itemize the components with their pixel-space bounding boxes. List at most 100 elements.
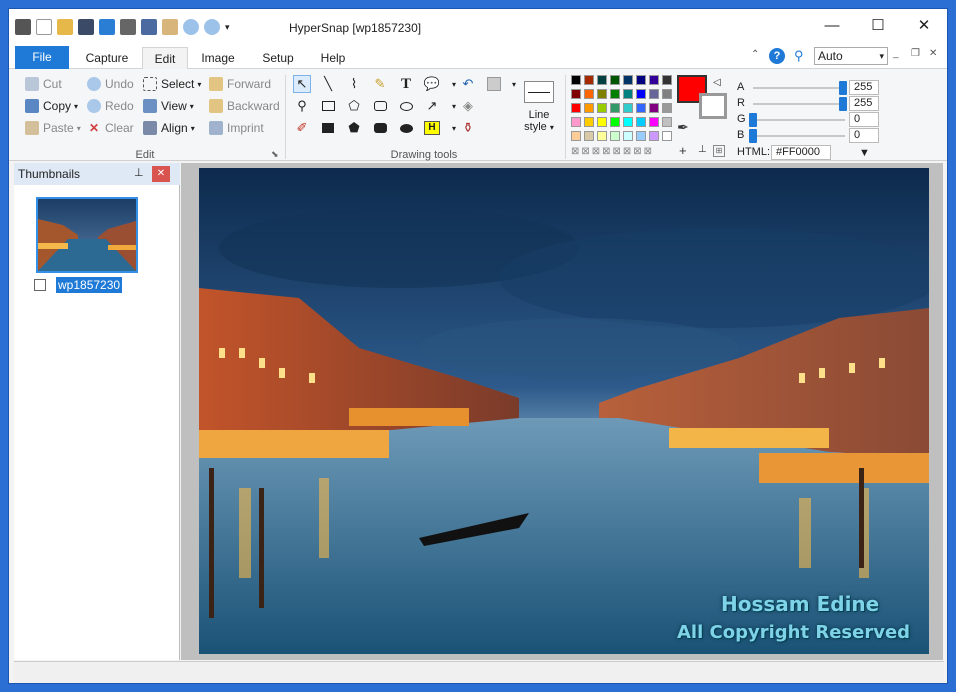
palette-swatch[interactable]: [584, 89, 594, 99]
palette-swatch[interactable]: [623, 131, 633, 141]
palette-swatch[interactable]: [571, 89, 581, 99]
polyline-tool-icon[interactable]: ⌇: [345, 75, 363, 93]
palette-swatch[interactable]: [584, 131, 594, 141]
alpha-slider-track[interactable]: [753, 87, 845, 89]
backward-button[interactable]: Backward: [209, 97, 280, 115]
palette-swatch[interactable]: [649, 117, 659, 127]
open-folder-icon[interactable]: [57, 19, 73, 35]
red-slider-track[interactable]: [753, 103, 845, 105]
maximize-icon[interactable]: ☐: [863, 15, 893, 37]
upload-icon[interactable]: [99, 19, 115, 35]
brush-tool-icon[interactable]: ✐: [293, 119, 311, 137]
palette-swatch[interactable]: [584, 117, 594, 127]
palette-swatch[interactable]: [662, 117, 672, 127]
palette-swatch[interactable]: [662, 103, 672, 113]
paint-bucket-icon[interactable]: ◈: [459, 97, 477, 115]
copy-button[interactable]: Copy ▾: [25, 97, 78, 115]
undo-icon[interactable]: [183, 19, 199, 35]
clipboard-icon[interactable]: [162, 19, 178, 35]
palette-swatch[interactable]: [649, 131, 659, 141]
palette-swatch[interactable]: [571, 131, 581, 141]
palette-swatch[interactable]: [597, 75, 607, 85]
palette-swatch[interactable]: [571, 117, 581, 127]
filled-rounded-rectangle-tool-icon[interactable]: [371, 119, 389, 137]
mdi-restore-icon[interactable]: ❐: [911, 48, 920, 59]
palette-swatch[interactable]: [649, 89, 659, 99]
tab-edit[interactable]: Edit: [142, 47, 188, 70]
stamp-tool-icon[interactable]: ⚱: [459, 119, 477, 137]
redo-icon[interactable]: [204, 19, 220, 35]
pin-icon[interactable]: ⊥: [698, 144, 707, 155]
background-color-swatch[interactable]: [699, 93, 727, 119]
help-icon[interactable]: ?: [769, 48, 785, 64]
palette-swatch[interactable]: [584, 103, 594, 113]
add-color-icon[interactable]: +: [679, 143, 687, 158]
blue-slider-thumb[interactable]: [749, 129, 757, 143]
palette-swatch[interactable]: [597, 117, 607, 127]
text-tool-icon[interactable]: T: [397, 75, 415, 93]
filled-rectangle-tool-icon[interactable]: [319, 119, 337, 137]
palette-swatch[interactable]: [662, 89, 672, 99]
thumbnail-checkbox[interactable]: [34, 279, 46, 291]
zoom-tool-icon[interactable]: ⚲: [293, 97, 311, 115]
green-slider-track[interactable]: [753, 119, 845, 121]
print-icon[interactable]: [120, 19, 136, 35]
close-icon[interactable]: ✕: [909, 15, 939, 37]
palette-swatch[interactable]: [623, 117, 633, 127]
palette-swatch[interactable]: [597, 89, 607, 99]
collapse-ribbon-icon[interactable]: ⌃: [751, 49, 759, 60]
palette-swatch[interactable]: [623, 89, 633, 99]
callout-tool-icon[interactable]: 💬: [423, 75, 441, 93]
swap-colors-icon[interactable]: ◁: [713, 77, 721, 88]
alpha-value-field[interactable]: 255: [849, 80, 879, 95]
palette-swatch[interactable]: [610, 117, 620, 127]
line-style-button[interactable]: Line style ▾: [521, 75, 557, 145]
image-canvas[interactable]: Hossam Edine All Copyright Reserved: [181, 163, 943, 660]
select-button[interactable]: Select ▾: [143, 75, 201, 93]
new-icon[interactable]: [36, 19, 52, 35]
color-dialog-icon[interactable]: ⊞: [713, 145, 725, 157]
imprint-button[interactable]: Imprint: [209, 119, 264, 137]
tab-file[interactable]: File: [15, 46, 69, 69]
html-color-field[interactable]: #FF0000: [771, 145, 831, 160]
forward-button[interactable]: Forward: [209, 75, 271, 93]
cut-button[interactable]: Cut: [25, 75, 62, 93]
thumbnail-label[interactable]: wp1857230: [56, 277, 123, 293]
undo-button[interactable]: Undo: [87, 75, 134, 93]
ellipse-tool-icon[interactable]: [397, 97, 415, 115]
red-slider-thumb[interactable]: [839, 97, 847, 111]
rectangle-tool-icon[interactable]: [319, 97, 337, 115]
mdi-close-icon[interactable]: ✕: [929, 48, 937, 59]
eyedropper-icon[interactable]: ✒: [677, 119, 689, 136]
palette-swatch[interactable]: [623, 103, 633, 113]
view-button[interactable]: View ▾: [143, 97, 194, 115]
mdi-minimize-icon[interactable]: _: [893, 48, 899, 59]
clear-button[interactable]: ✕ Clear: [87, 119, 134, 137]
rounded-rectangle-tool-icon[interactable]: [371, 97, 389, 115]
palette-swatch[interactable]: [584, 75, 594, 85]
palette-swatch[interactable]: [662, 131, 672, 141]
palette-swatch[interactable]: [636, 103, 646, 113]
palette-swatch[interactable]: [610, 89, 620, 99]
paste-button[interactable]: Paste ▾: [25, 119, 81, 137]
blue-slider-track[interactable]: [753, 135, 845, 137]
alpha-slider-thumb[interactable]: [839, 81, 847, 95]
arrow-tool-icon[interactable]: ↗: [423, 97, 441, 115]
pin-icon[interactable]: ⊥: [134, 166, 144, 179]
arc-tool-icon[interactable]: ↶: [459, 75, 477, 93]
save-icon[interactable]: [78, 19, 94, 35]
palette-swatch[interactable]: [623, 75, 633, 85]
align-button[interactable]: Align ▾: [143, 119, 195, 137]
tab-capture[interactable]: Capture: [75, 47, 139, 69]
highlight-tool-icon[interactable]: H: [423, 119, 441, 137]
palette-swatch[interactable]: [636, 131, 646, 141]
thumbnail-image[interactable]: [36, 197, 138, 273]
green-value-field[interactable]: 0: [849, 112, 879, 127]
red-value-field[interactable]: 255: [849, 96, 879, 111]
polygon-tool-icon[interactable]: ⬠: [345, 97, 363, 115]
filled-ellipse-tool-icon[interactable]: [397, 119, 415, 137]
palette-swatch[interactable]: [636, 117, 646, 127]
palette-swatch[interactable]: [610, 131, 620, 141]
screens-icon[interactable]: [141, 19, 157, 35]
palette-swatch[interactable]: [636, 89, 646, 99]
